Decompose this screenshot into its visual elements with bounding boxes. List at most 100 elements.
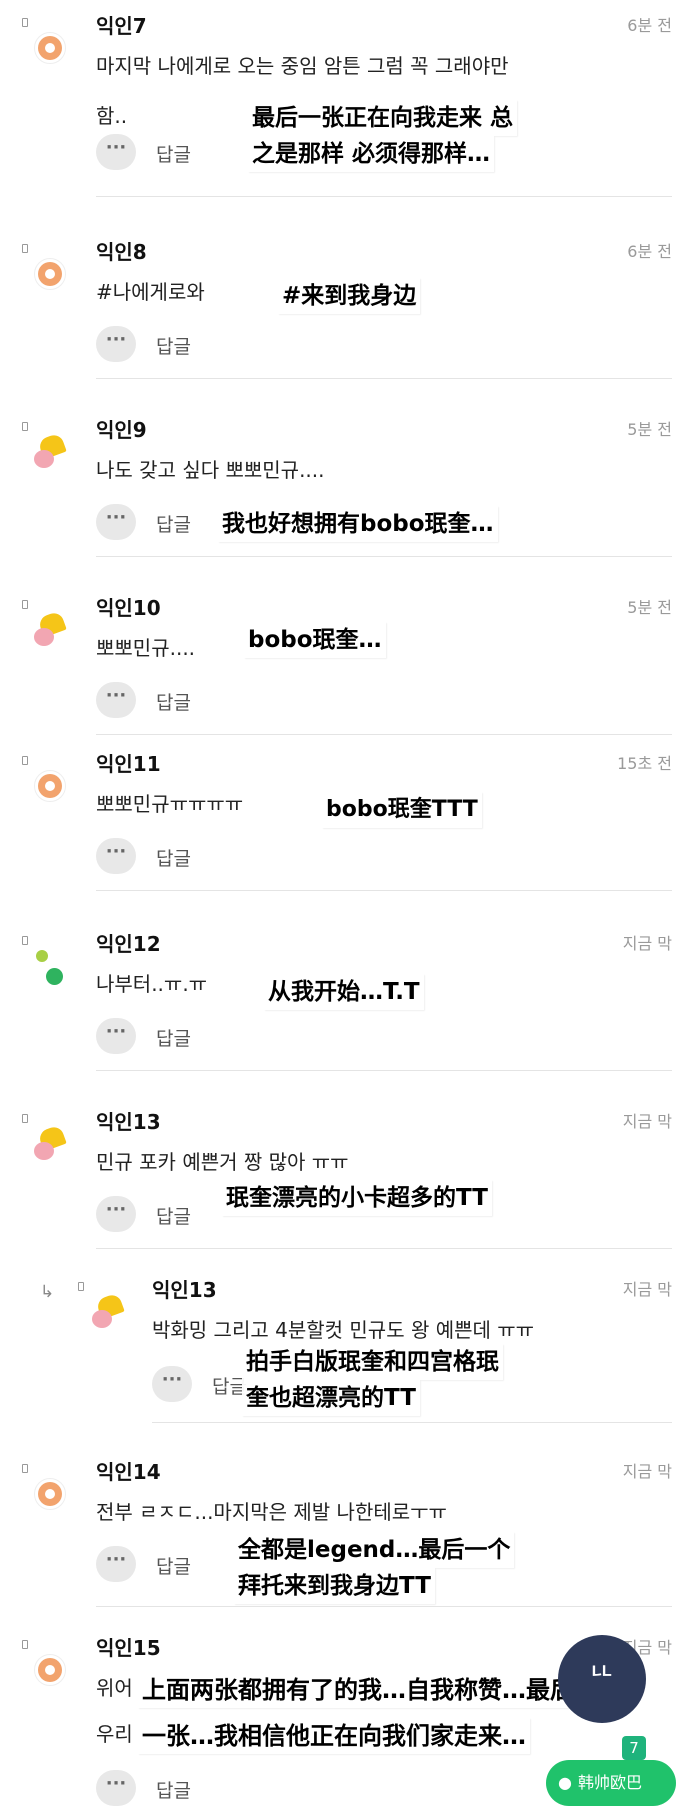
more-options-button[interactable]: ··· [96, 838, 136, 874]
tick-icon [22, 1114, 28, 1123]
tick-icon [22, 936, 28, 945]
divider [96, 196, 672, 197]
tick-icon [22, 244, 28, 253]
reply-button[interactable]: 답글 [156, 1552, 191, 1579]
comment-text: 뽀뽀민규.... [96, 636, 196, 660]
more-options-button[interactable]: ··· [96, 1196, 136, 1232]
tick-icon [22, 422, 28, 431]
avatar[interactable] [34, 32, 66, 64]
comment-text: 민규 포카 예쁜거 짱 많아 ㅠㅠ [96, 1150, 349, 1174]
translation-overlay: bobo珉奎… [244, 622, 386, 658]
avatar[interactable] [34, 950, 66, 985]
translation-overlay: 最后一张正在向我走来 总 [248, 100, 518, 136]
reply-button[interactable]: 답글 [156, 140, 191, 167]
comment-text: 마지막 나에게로 오는 중임 암튼 그럼 꼭 그래야만 [96, 54, 509, 78]
translation-overlay-line2: 一张…我相信他正在向我们家走来… [138, 1718, 530, 1754]
divider [96, 1606, 672, 1607]
more-options-button[interactable]: ··· [96, 1546, 136, 1582]
comment-item: 익인13 지금 막 민규 포카 예쁜거 짱 많아 ㅠㅠ ··· 답글 珉奎漂亮的… [0, 1096, 690, 1249]
timestamp: 6분 전 [627, 16, 672, 35]
avatar[interactable] [34, 432, 67, 468]
more-options-button[interactable]: ··· [96, 504, 136, 540]
more-options-button[interactable]: ··· [96, 1770, 136, 1806]
divider [96, 734, 672, 735]
comment-text-line2: 함.. [96, 104, 128, 128]
watermark: ● 韩帅欧巴 [546, 1760, 676, 1806]
avatar[interactable] [34, 258, 66, 290]
reply-arrow-icon: ↳ [40, 1282, 55, 1302]
divider [96, 1248, 672, 1249]
comment-item: 익인10 5분 전 뽀뽀민규.... ··· 답글 bobo珉奎… [0, 582, 690, 735]
more-options-button[interactable]: ··· [96, 682, 136, 718]
reply-button[interactable]: 답글 [156, 688, 191, 715]
reply-button[interactable]: 답글 [156, 1024, 191, 1051]
timestamp: 5분 전 [627, 598, 672, 617]
translation-overlay-line2: 奎也超漂亮的TT [242, 1380, 420, 1416]
comment-text: 나부터..ㅠ.ㅠ [96, 972, 208, 996]
translation-overlay: 拍手白版珉奎和四宫格珉 [242, 1344, 503, 1380]
divider [96, 378, 672, 379]
avatar[interactable] [34, 1124, 67, 1160]
comment-text: 나도 갖고 싶다 뽀뽀민규.... [96, 458, 325, 482]
timestamp: 15초 전 [617, 754, 672, 773]
more-options-button[interactable]: ··· [96, 1018, 136, 1054]
author-name: 익인10 [96, 596, 161, 620]
count-badge: 7 [622, 1736, 646, 1760]
comment-item: 익인14 지금 막 전부 ㄹㅈㄷ...마지막은 제발 나한테로ㅜㅠ ··· 답글… [0, 1446, 690, 1607]
timestamp: 5분 전 [627, 420, 672, 439]
comment-item: 익인12 지금 막 나부터..ㅠ.ㅠ ··· 답글 从我开始…T.T [0, 918, 690, 1071]
translation-overlay: #来到我身边 [278, 278, 421, 314]
avatar[interactable] [34, 1654, 66, 1686]
divider [96, 890, 672, 891]
translation-overlay: 珉奎漂亮的小卡超多的TT [222, 1180, 492, 1216]
avatar[interactable] [34, 610, 67, 646]
author-name: 익인8 [96, 240, 147, 264]
translation-overlay: 我也好想拥有bobo珉奎… [218, 506, 498, 542]
tick-icon [22, 600, 28, 609]
comment-text: 위어 [96, 1676, 133, 1700]
reply-button[interactable]: 답글 [156, 844, 191, 871]
reply-button[interactable]: 답글 [156, 1202, 191, 1229]
timestamp: 지금 막 [622, 1280, 672, 1299]
timestamp: 지금 막 [622, 934, 672, 953]
tick-icon [22, 18, 28, 27]
more-options-button[interactable]: ··· [96, 326, 136, 362]
tick-icon [22, 756, 28, 765]
wechat-icon: ● [558, 1773, 572, 1792]
more-options-button[interactable]: ··· [152, 1366, 192, 1402]
tick-icon [78, 1282, 84, 1291]
timestamp: 지금 막 [622, 1112, 672, 1131]
translation-overlay: 从我开始…T.T [264, 974, 424, 1010]
divider [96, 1070, 672, 1071]
author-name: 익인9 [96, 418, 147, 442]
comment-text: 뽀뽀민규ㅠㅠㅠㅠ [96, 792, 244, 816]
write-comment-button[interactable]: ᄔ [558, 1635, 646, 1723]
avatar[interactable] [34, 770, 66, 802]
translation-overlay: 上面两张都拥有了的我…自我称赞…最后 [138, 1672, 578, 1708]
author-name: 익인12 [96, 932, 161, 956]
tick-icon [22, 1640, 28, 1649]
author-name: 익인14 [96, 1460, 161, 1484]
divider [152, 1422, 672, 1423]
timestamp: 6분 전 [627, 242, 672, 261]
translation-overlay-line2: 拜托来到我身边TT [234, 1568, 435, 1604]
more-options-button[interactable]: ··· [96, 134, 136, 170]
watermark-text: 韩帅欧巴 [577, 1773, 642, 1792]
author-name: 익인13 [152, 1278, 217, 1302]
avatar[interactable] [34, 1478, 66, 1510]
avatar[interactable] [92, 1292, 125, 1328]
comment-item: 익인7 6분 전 마지막 나에게로 오는 중임 암튼 그럼 꼭 그래야만 함..… [0, 0, 690, 197]
reply-button[interactable]: 답글 [156, 510, 191, 537]
reply-button[interactable]: 답글 [156, 1776, 191, 1803]
comment-text: 전부 ㄹㅈㄷ...마지막은 제발 나한테로ㅜㅠ [96, 1500, 447, 1524]
comment-item: 익인9 5분 전 나도 갖고 싶다 뽀뽀민규.... ··· 답글 我也好想拥有… [0, 404, 690, 557]
tick-icon [22, 1464, 28, 1473]
author-name: 익인13 [96, 1110, 161, 1134]
reply-button[interactable]: 답글 [156, 332, 191, 359]
author-name: 익인15 [96, 1636, 161, 1660]
reply-item: ↳ 익인13 지금 막 박화밍 그리고 4분할컷 민규도 왕 예쁜데 ㅠㅠ ··… [0, 1264, 690, 1424]
author-name: 익인11 [96, 752, 161, 776]
translation-overlay: bobo珉奎TTT [322, 792, 482, 828]
divider [96, 556, 672, 557]
translation-overlay-line2: 之是那样 必须得那样… [248, 136, 495, 172]
